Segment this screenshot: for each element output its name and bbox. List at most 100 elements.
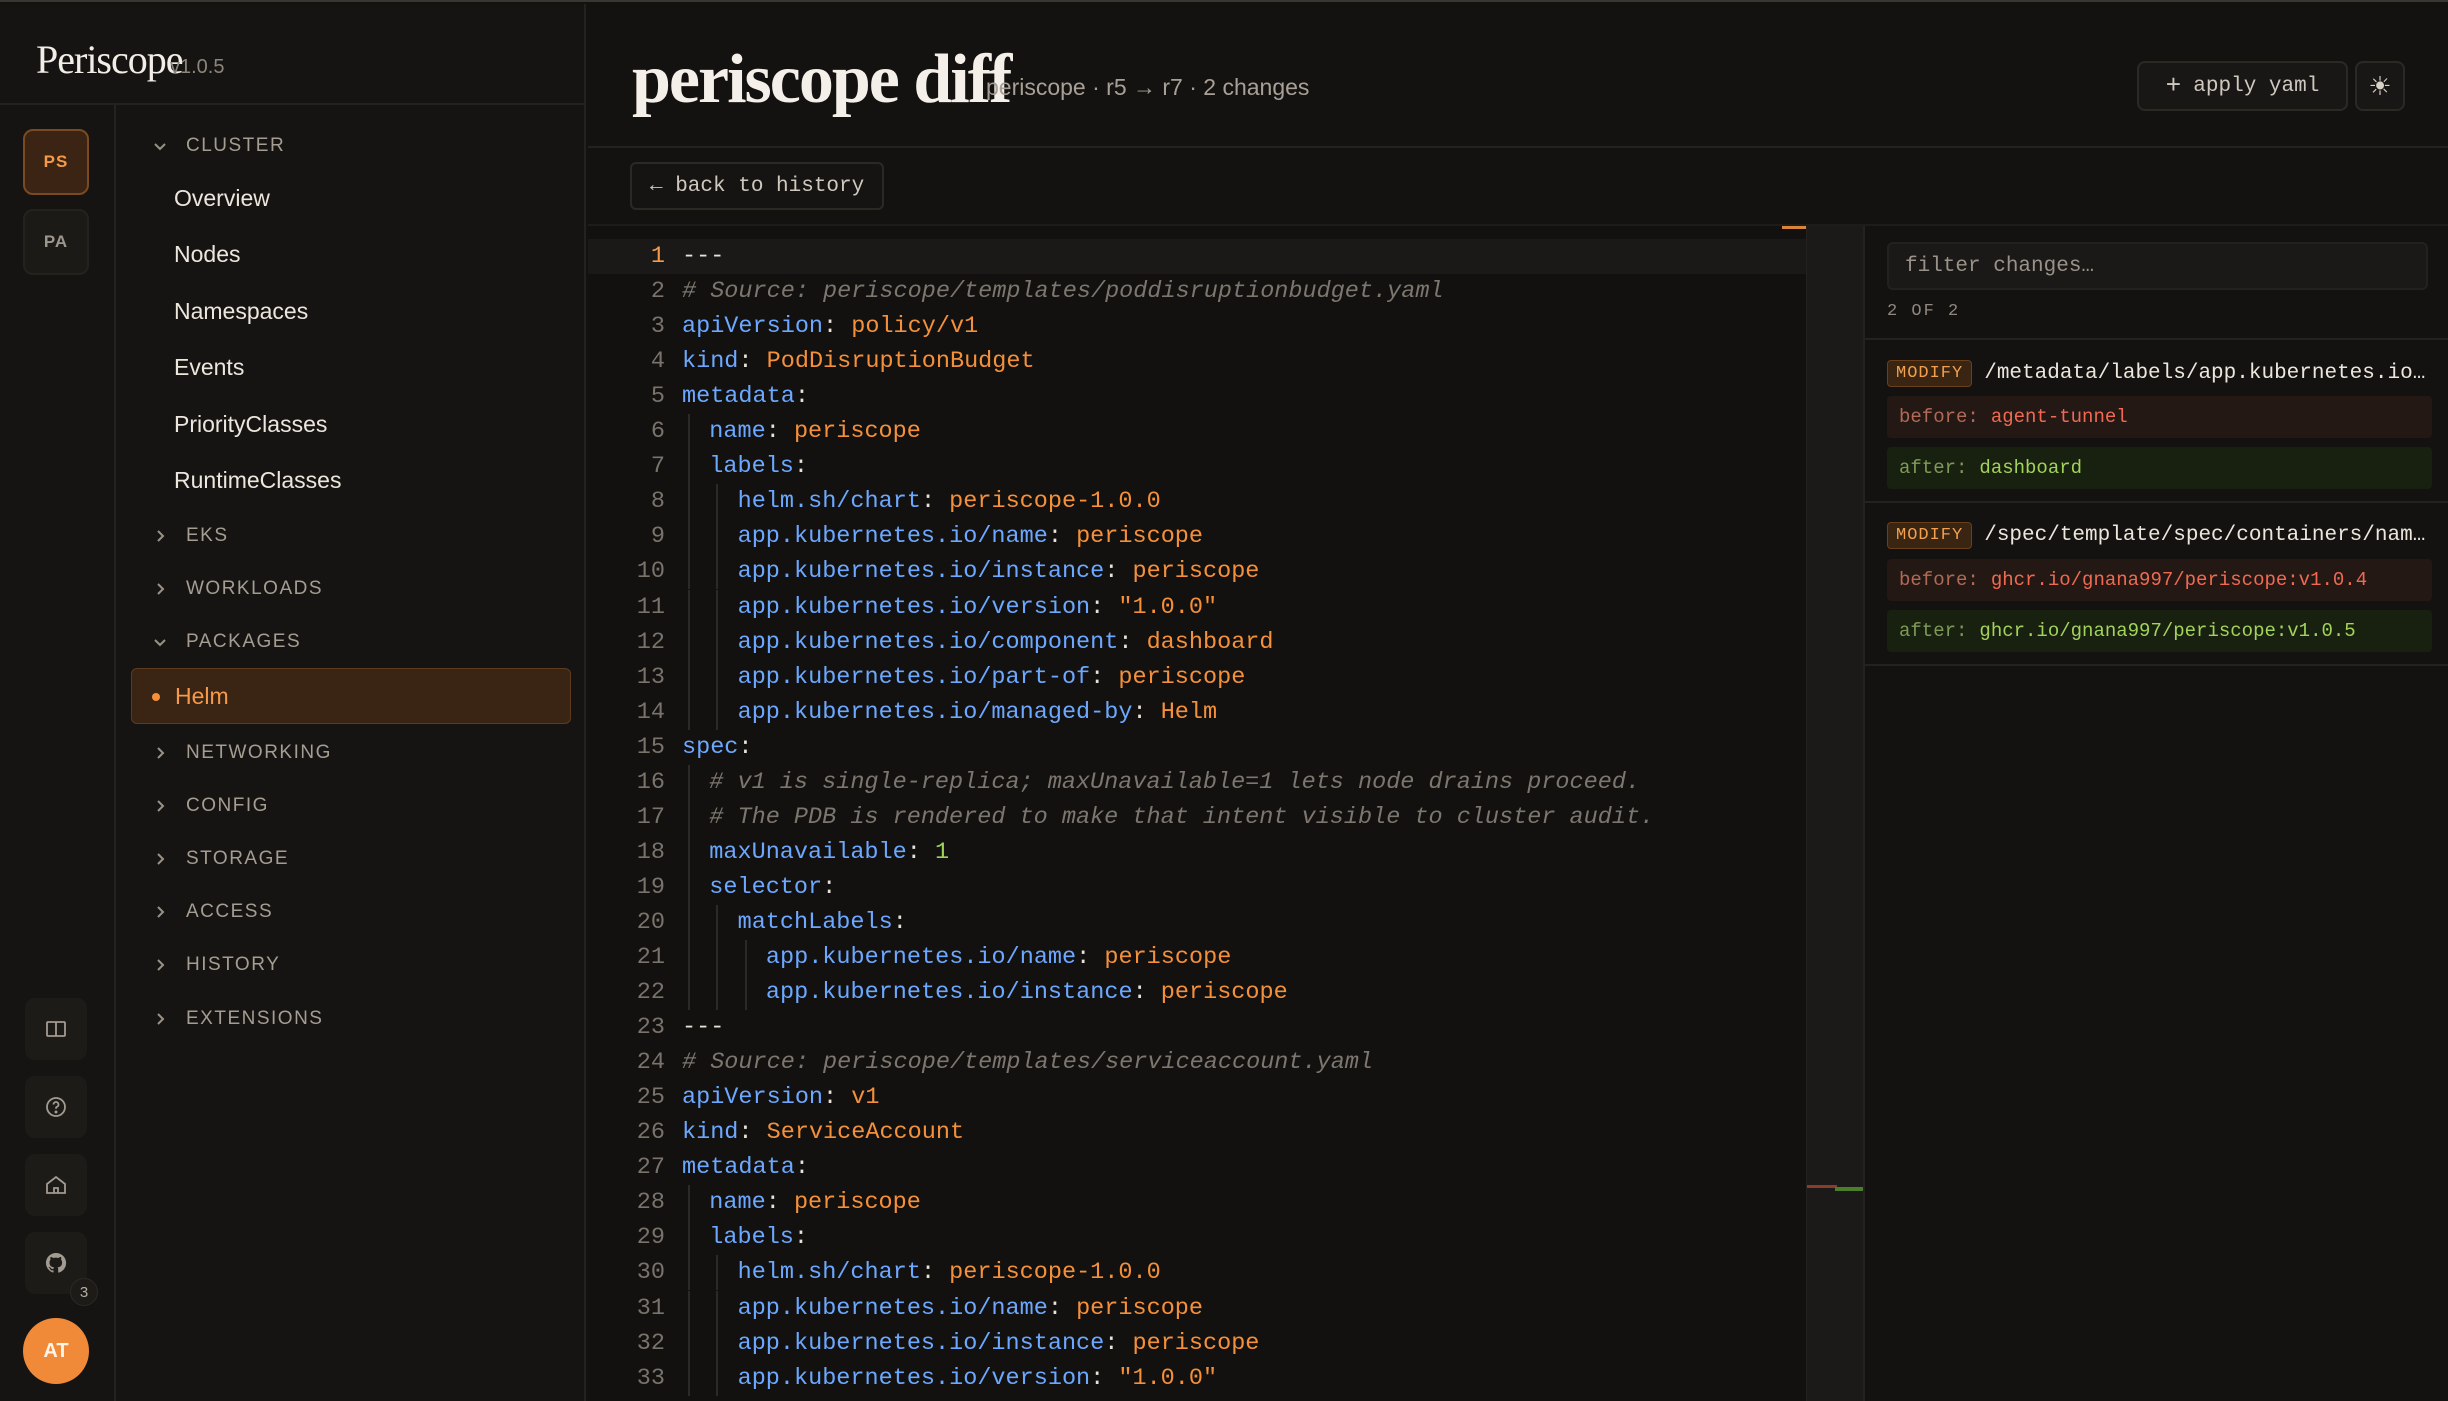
indent-guide	[688, 975, 690, 1011]
code-text: labels:	[709, 449, 808, 484]
indent-guide	[716, 694, 719, 730]
change-header[interactable]: MODIFY /metadata/labels/app.kubernetes.i…	[1887, 358, 2432, 388]
chevron-right-icon	[157, 747, 165, 759]
code-line: 31 app.kubernetes.io/name: periscope	[588, 1290, 1806, 1326]
code-text: helm.sh/chart: periscope-1.0.0	[738, 484, 1161, 519]
nav-group-label: NETWORKING	[186, 742, 332, 763]
code-token: app.kubernetes.io/name	[737, 1294, 1048, 1322]
code-token: periscope	[793, 418, 921, 446]
nav-group-networking[interactable]: NETWORKING	[152, 738, 332, 768]
code-line: 29 labels:	[588, 1220, 1806, 1256]
line-number: 5	[650, 383, 665, 411]
modify-badge: MODIFY	[1887, 359, 1973, 387]
home-button[interactable]	[25, 1154, 87, 1216]
code-text: app.kubernetes.io/name: periscope	[738, 519, 1203, 554]
line-number: 6	[650, 418, 665, 446]
nav-group-extensions[interactable]: EXTENSIONS	[152, 1004, 323, 1034]
code-text: # v1 is single-replica; maxUnavailable=1…	[709, 765, 1640, 800]
workspace-ps-button[interactable]: PS	[23, 129, 89, 195]
code-text: # Source: periscope/templates/poddisrupt…	[682, 274, 1444, 309]
code-token: matchLabels	[737, 908, 893, 936]
nav-group-access[interactable]: ACCESS	[152, 897, 273, 927]
subbar: ← back to history	[588, 148, 2448, 226]
code-line: 19 selector:	[588, 869, 1806, 905]
change-header[interactable]: MODIFY /spec/template/spec/containers/na…	[1887, 520, 2432, 550]
indent-guide	[716, 519, 719, 555]
change-path: /metadata/labels/app.kubernetes.io/compo…	[1984, 361, 2432, 385]
indent-guide	[688, 904, 690, 940]
nav-group-label: ACCESS	[186, 901, 274, 922]
code-token: app.kubernetes.io/managed-by	[737, 698, 1133, 726]
nav-group-storage[interactable]: STORAGE	[152, 844, 289, 874]
workspace-pa-button[interactable]: PA	[23, 209, 89, 275]
user-avatar[interactable]: AT	[23, 1318, 89, 1384]
code-line: 23 ---	[588, 1010, 1806, 1045]
diff-minimap[interactable]	[1806, 226, 1863, 1401]
code-token: dashboard	[1146, 628, 1274, 656]
github-icon	[45, 1252, 67, 1273]
nav-group-packages[interactable]: PACKAGES	[152, 627, 301, 657]
code-token: :	[1118, 628, 1147, 656]
code-token: :	[1104, 558, 1133, 586]
sidebar-item-namespaces[interactable]: Namespaces	[174, 294, 308, 328]
line-number: 19	[636, 873, 665, 901]
nav-group-config[interactable]: CONFIG	[152, 791, 269, 821]
code-token: helm.sh/chart	[737, 1259, 921, 1287]
code-text: name: periscope	[709, 414, 921, 449]
code-token: spec	[682, 733, 739, 761]
nav-group-workloads[interactable]: WORKLOADS	[152, 574, 323, 604]
help-button[interactable]	[25, 1076, 87, 1138]
before-value: agent-tunnel	[1990, 406, 2128, 428]
after-value: ghcr.io/gnana997/periscope:v1.0.5	[1979, 620, 2356, 642]
code-text: app.kubernetes.io/version: "1.0.0"	[738, 1361, 1218, 1396]
yaml-editor[interactable]: 1 --- 2 # Source: periscope/templates/poddi…	[588, 226, 1863, 1401]
scroll-indicator	[1782, 226, 1808, 229]
line-number: 28	[636, 1189, 665, 1217]
code-text: app.kubernetes.io/part-of: periscope	[738, 660, 1246, 695]
code-token: kind	[682, 348, 739, 376]
code-token: :	[765, 418, 794, 446]
code-line: 30 helm.sh/chart: periscope-1.0.0	[588, 1255, 1806, 1291]
line-number: 16	[636, 768, 665, 796]
code-text: apiVersion: policy/v1	[682, 309, 978, 344]
line-number: 15	[636, 733, 665, 761]
code-token: :	[822, 873, 837, 901]
line-number: 30	[636, 1259, 665, 1287]
filter-changes-input[interactable]	[1887, 242, 2428, 290]
docs-button[interactable]	[25, 998, 87, 1060]
change-path: /spec/template/spec/containers/name=peri…	[1984, 523, 2432, 547]
code-token: :	[738, 1119, 767, 1147]
sidebar-item-helm[interactable]: Helm	[131, 668, 571, 724]
active-dot	[152, 693, 160, 701]
plus-icon: +	[2165, 71, 2182, 101]
code-token: periscope	[1076, 1294, 1203, 1322]
divider	[1865, 501, 2448, 503]
sidebar-item-events[interactable]: Events	[174, 350, 244, 384]
line-number: 17	[636, 803, 665, 831]
code-line: 15 spec:	[588, 730, 1806, 765]
theme-toggle-button[interactable]: ☀	[2355, 61, 2405, 111]
nav-group-eks[interactable]: EKS	[152, 521, 229, 551]
chevron-right-icon	[157, 583, 165, 595]
nav-group-history[interactable]: HISTORY	[152, 950, 280, 980]
back-to-history-button[interactable]: ← back to history	[630, 162, 885, 210]
code-token: app.kubernetes.io/name	[737, 523, 1048, 551]
nav-group-cluster[interactable]: CLUSTER	[152, 131, 285, 161]
sidebar-item-runtimeclasses[interactable]: RuntimeClasses	[174, 463, 341, 497]
code-text: helm.sh/chart: periscope-1.0.0	[738, 1255, 1161, 1290]
sidebar-item-priorityclasses[interactable]: PriorityClasses	[174, 407, 327, 441]
indent-guide	[716, 1360, 719, 1396]
sidebar-item-nodes[interactable]: Nodes	[174, 237, 240, 271]
sun-icon: ☀	[2368, 70, 2392, 101]
code-token: :	[1132, 979, 1161, 1007]
minimap-removed-marker	[1807, 1185, 1837, 1188]
change-before-row: before: agent-tunnel	[1887, 396, 2432, 438]
line-number: 21	[636, 944, 665, 971]
code-token: :	[1047, 1294, 1077, 1322]
apply-yaml-button[interactable]: + apply yaml	[2137, 61, 2348, 111]
code-token: policy/v1	[851, 313, 979, 341]
sidebar-item-overview[interactable]: Overview	[174, 181, 270, 215]
indent-guide	[716, 589, 719, 625]
page-header: periscope diff periscope · r5 → r7 · 2 c…	[588, 4, 2448, 148]
indent-guide	[688, 1185, 690, 1221]
